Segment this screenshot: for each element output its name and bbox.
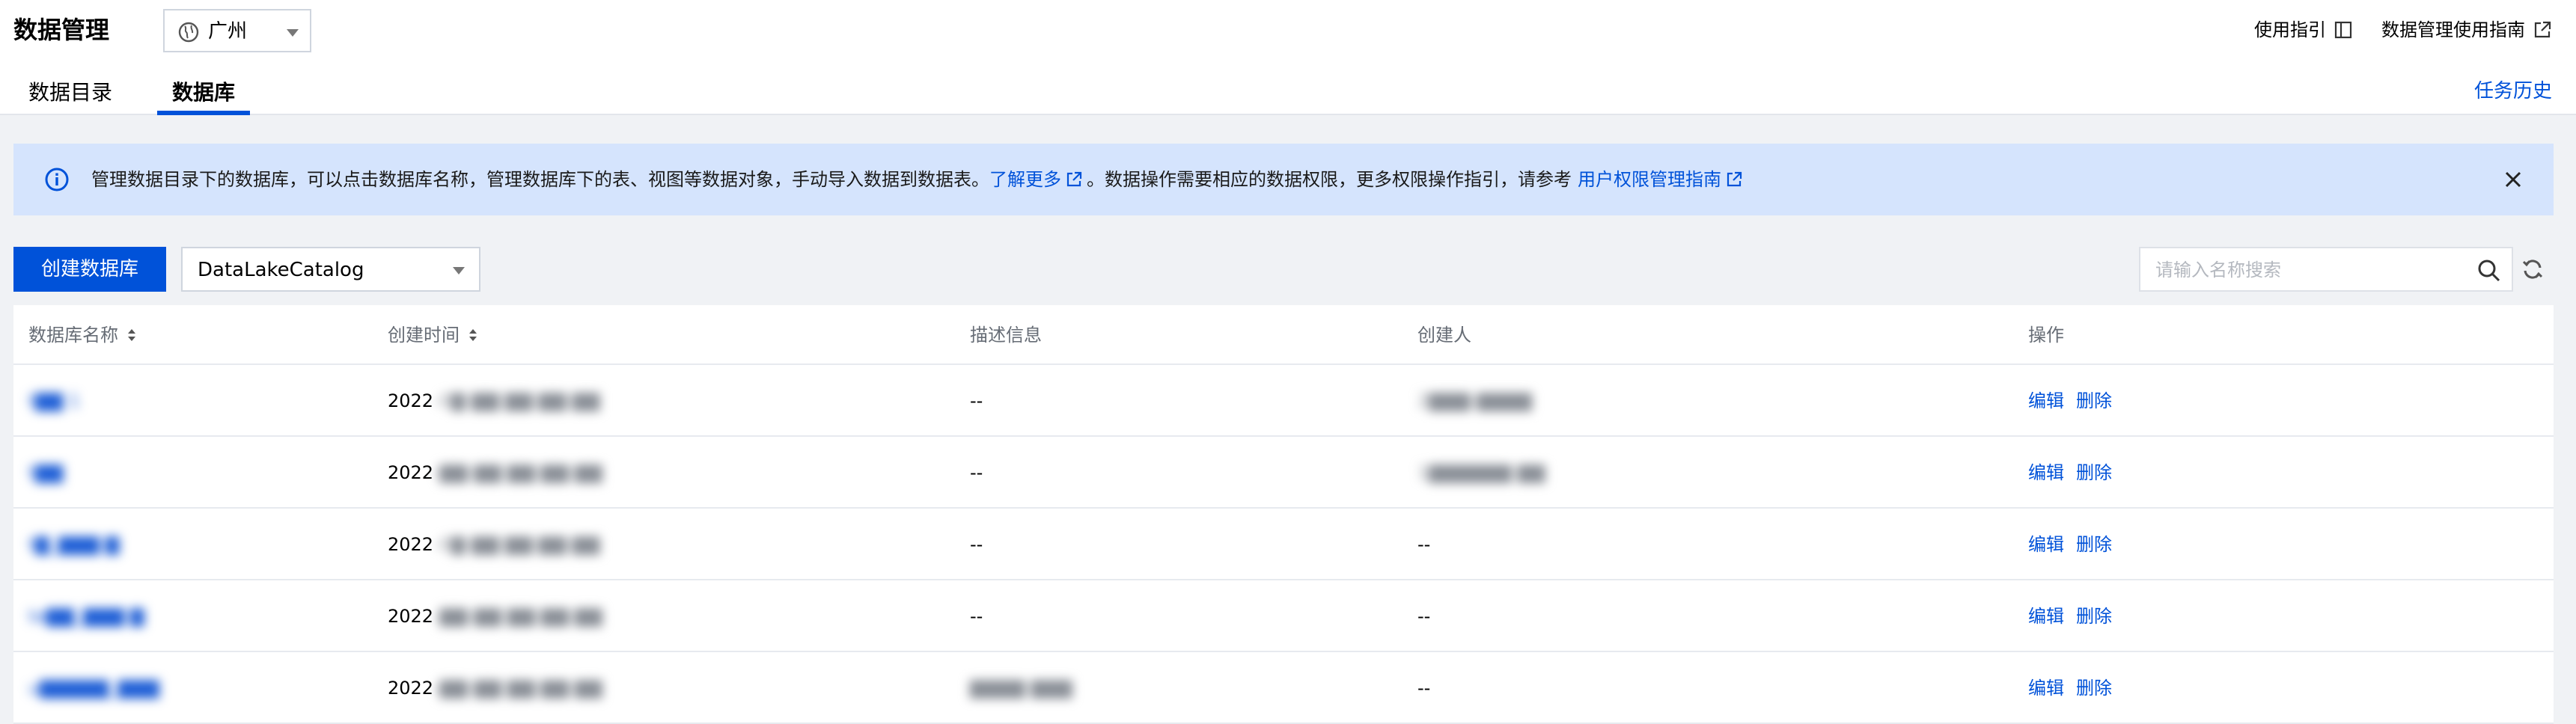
created-time: 2022-▇▇-▇▇ ▇▇:▇▇:▇▇ xyxy=(388,675,602,702)
edit-button[interactable]: 编辑 xyxy=(2028,459,2064,486)
created-time-rest: -▇▇-▇▇ ▇▇:▇▇:▇▇ xyxy=(433,606,602,627)
created-year: 2022 xyxy=(388,462,434,483)
database-name-link[interactable]: t▇▇ 1 xyxy=(28,387,80,414)
info-banner: 管理数据目录下的数据库，可以点击数据库名称，管理数据库下的表、视图等数据对象，手… xyxy=(13,144,2554,215)
delete-button[interactable]: 删除 xyxy=(2076,675,2112,702)
database-table: 数据库名称 创建时间 描述信息 创建人 操作 t▇▇ 1 2022-0▇-▇▇ … xyxy=(13,305,2554,724)
search-box[interactable] xyxy=(2139,247,2513,292)
search-icon[interactable] xyxy=(2477,259,2501,283)
learn-more-link[interactable]: 了解更多 xyxy=(989,166,1061,193)
created-time: 2022-▇▇-▇▇ ▇▇:▇▇:▇▇ xyxy=(388,459,602,486)
created-time-rest: -0▇-▇▇ ▇▇:▇▇:▇▇ xyxy=(433,534,600,555)
table-row: t▇_▇▇▇ ▇ 2022-0▇-▇▇ ▇▇:▇▇:▇▇ -- -- 编辑 删除 xyxy=(13,509,2554,580)
permission-guide-link[interactable]: 用户权限管理指南 xyxy=(1578,166,1721,193)
banner-text-part1: 管理数据目录下的数据库，可以点击数据库名称，管理数据库下的表、视图等数据对象，手… xyxy=(91,169,989,190)
database-name-link[interactable]: u▇▇▇▇▇_▇▇▇ xyxy=(28,675,159,702)
created-time-rest: -▇▇-▇▇ ▇▇:▇▇:▇▇ xyxy=(433,462,602,483)
delete-button[interactable]: 删除 xyxy=(2076,387,2112,414)
created-time: 2022-0▇-▇▇ ▇▇:▇▇:▇▇ xyxy=(388,531,600,558)
external-link-icon xyxy=(2534,21,2551,38)
info-icon xyxy=(45,168,69,191)
region-label: 广州 xyxy=(208,20,248,43)
created-time: 2022-0▇-▇▇ ▇▇:▇▇:▇▇ xyxy=(388,387,600,414)
banner-text-part2: 。数据操作需要相应的数据权限，更多权限操作指引，请参考 xyxy=(1087,169,1572,190)
column-header-creator: 创建人 xyxy=(1417,322,1471,349)
catalog-select-value: DataLakeCatalog xyxy=(198,259,364,281)
external-link-icon xyxy=(1727,171,1742,187)
edit-button[interactable]: 编辑 xyxy=(2028,387,2064,414)
manual-link[interactable]: 数据管理使用指南 xyxy=(2381,18,2552,42)
creator: 1▇▇▇▇▇▇ ▇▇ xyxy=(1417,462,1545,483)
table-row: te▇▇_▇▇▇ ▇ 2022-▇▇-▇▇ ▇▇:▇▇:▇▇ -- -- 编辑 … xyxy=(13,580,2554,652)
table-row: t▇▇ 1 2022-0▇-▇▇ ▇▇:▇▇:▇▇ -- 2▇▇▇-▇▇▇▇ 编… xyxy=(13,365,2554,437)
description: -- xyxy=(970,606,983,627)
page-title: 数据管理 xyxy=(13,16,110,44)
globe-icon xyxy=(178,22,199,43)
active-tab-indicator xyxy=(157,111,250,115)
catalog-select[interactable]: DataLakeCatalog xyxy=(181,247,480,292)
creator: -- xyxy=(1417,534,1431,555)
banner-text: 管理数据目录下的数据库，可以点击数据库名称，管理数据库下的表、视图等数据对象，手… xyxy=(91,166,1747,193)
edit-button[interactable]: 编辑 xyxy=(2028,675,2064,702)
created-year: 2022 xyxy=(388,534,434,555)
column-header-label: 数据库名称 xyxy=(28,325,118,346)
creator: -- xyxy=(1417,678,1431,699)
column-header-actions: 操作 xyxy=(2028,322,2064,349)
column-header-label: 创建人 xyxy=(1417,325,1471,346)
description: ▇▇▇▇ ▇▇▇ xyxy=(970,678,1072,699)
created-year: 2022 xyxy=(388,678,434,699)
refresh-icon[interactable] xyxy=(2521,257,2545,281)
sort-icon[interactable] xyxy=(467,326,479,344)
delete-button[interactable]: 删除 xyxy=(2076,531,2112,558)
search-input[interactable] xyxy=(2154,256,2453,284)
table-row: u▇▇▇▇▇_▇▇▇ 2022-▇▇-▇▇ ▇▇:▇▇:▇▇ ▇▇▇▇ ▇▇▇ … xyxy=(13,652,2554,724)
create-database-button[interactable]: 创建数据库 xyxy=(13,247,166,292)
chevron-down-icon xyxy=(453,267,465,274)
column-header-label: 描述信息 xyxy=(970,325,1042,346)
edit-button[interactable]: 编辑 xyxy=(2028,603,2064,630)
usage-guide-label: 使用指引 xyxy=(2254,19,2326,40)
tab-database[interactable]: 数据库 xyxy=(172,78,235,108)
table-header: 数据库名称 创建时间 描述信息 创建人 操作 xyxy=(13,305,2554,365)
table-row: t▇▇ 2022-▇▇-▇▇ ▇▇:▇▇:▇▇ -- 1▇▇▇▇▇▇ ▇▇ 编辑… xyxy=(13,437,2554,509)
database-name-link[interactable]: t▇_▇▇▇ ▇ xyxy=(28,531,119,558)
created-year: 2022 xyxy=(388,390,434,411)
delete-button[interactable]: 删除 xyxy=(2076,459,2112,486)
created-time-rest: -▇▇-▇▇ ▇▇:▇▇:▇▇ xyxy=(433,678,602,699)
description: -- xyxy=(970,534,983,555)
database-name-link[interactable]: t▇▇ xyxy=(28,459,63,486)
sort-icon[interactable] xyxy=(126,326,138,344)
created-time: 2022-▇▇-▇▇ ▇▇:▇▇:▇▇ xyxy=(388,603,602,630)
tab-data-catalog[interactable]: 数据目录 xyxy=(28,78,112,108)
usage-guide-link[interactable]: 使用指引 xyxy=(2254,18,2353,42)
column-header-created[interactable]: 创建时间 xyxy=(388,322,479,349)
region-select[interactable]: 广州 xyxy=(163,9,311,52)
top-header: 数据管理 广州 使用指引 数据管理使用指南 数据目录 数据库 任务历史 xyxy=(0,0,2576,115)
chevron-down-icon xyxy=(287,29,299,37)
edit-button[interactable]: 编辑 xyxy=(2028,531,2064,558)
book-icon xyxy=(2334,21,2352,39)
description: -- xyxy=(970,462,983,483)
column-header-name[interactable]: 数据库名称 xyxy=(28,322,138,349)
external-link-icon xyxy=(1066,171,1082,187)
manual-label: 数据管理使用指南 xyxy=(2381,19,2525,40)
delete-button[interactable]: 删除 xyxy=(2076,603,2112,630)
task-history-link[interactable]: 任务历史 xyxy=(2474,78,2552,105)
column-header-description: 描述信息 xyxy=(970,322,1042,349)
created-time-rest: -0▇-▇▇ ▇▇:▇▇:▇▇ xyxy=(433,390,600,411)
creator: 2▇▇▇-▇▇▇▇ xyxy=(1417,390,1533,411)
close-icon[interactable] xyxy=(2500,166,2527,193)
column-header-label: 创建时间 xyxy=(388,325,460,346)
created-year: 2022 xyxy=(388,606,434,627)
database-name-link[interactable]: te▇▇_▇▇▇ ▇ xyxy=(28,603,144,630)
column-header-label: 操作 xyxy=(2028,325,2064,346)
description: -- xyxy=(970,390,983,411)
creator: -- xyxy=(1417,606,1431,627)
